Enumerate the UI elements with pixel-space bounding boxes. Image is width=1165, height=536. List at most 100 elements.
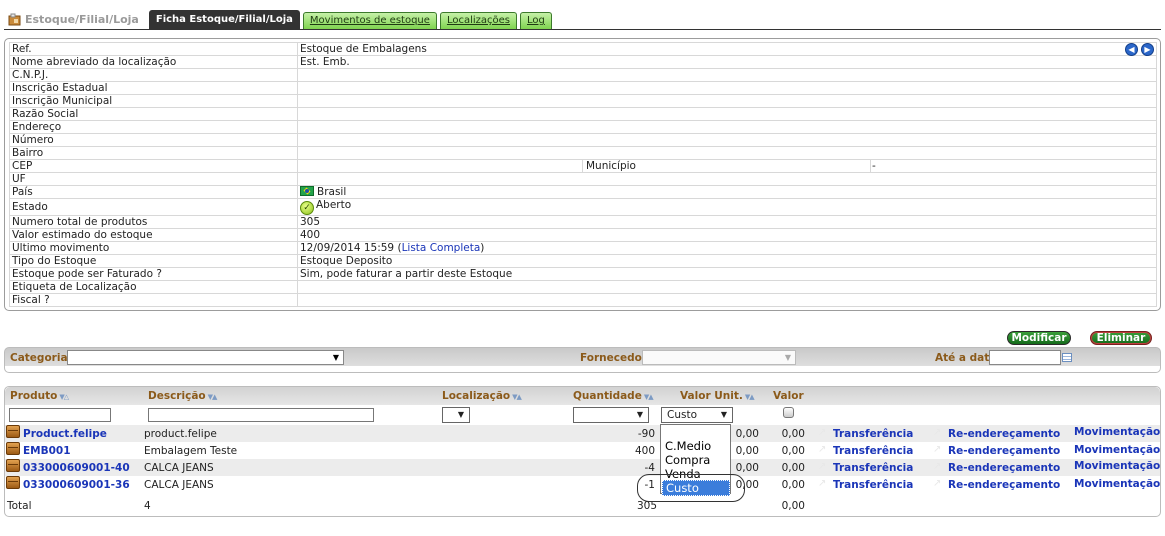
col-quantidade[interactable]: Quantidade ▼▲ xyxy=(573,390,654,402)
col-valor-unit[interactable]: Valor Unit. ▼▲ xyxy=(680,390,755,402)
transfer-link[interactable]: Transferência xyxy=(833,428,913,440)
tab-movimentos[interactable]: Movimentos de estoque xyxy=(302,12,437,29)
info-label: Inscrição Municipal xyxy=(9,94,298,108)
next-record-icon[interactable]: ▶ xyxy=(1141,43,1154,56)
info-value: Município - xyxy=(297,159,1157,173)
arrow-up-right-icon: ↗ xyxy=(818,427,827,438)
price-type-select[interactable]: Custo ▼ xyxy=(661,407,733,423)
info-row: Numero total de produtos 305 xyxy=(9,215,1157,229)
table-row: EMB001 Embalagem Teste 400 0,00 0,00 ↗ Transfe… xyxy=(5,442,1160,459)
info-value: 305 xyxy=(297,215,1157,229)
product-link[interactable]: 033000609001-40 xyxy=(23,462,130,474)
previous-record-icon[interactable]: ◀ xyxy=(1125,43,1138,56)
product-description: Embalagem Teste xyxy=(144,445,238,457)
transfer-link[interactable]: Transferência xyxy=(833,462,913,474)
movement-link[interactable]: Movimentação xyxy=(1074,460,1160,472)
status-open-icon: ✓ xyxy=(300,201,314,215)
tab-log[interactable]: Log xyxy=(520,12,552,29)
info-value xyxy=(297,120,1157,134)
date-input[interactable] xyxy=(989,350,1061,365)
arrow-up-right-icon: ↗ xyxy=(818,478,827,489)
arrow-up-right-icon: ↗ xyxy=(933,444,942,455)
info-label: C.N.P.J. xyxy=(9,68,298,82)
info-label: Valor estimado do estoque xyxy=(9,228,298,242)
info-table: Ref. Estoque de Embalagens Nome abreviado … xyxy=(9,42,1157,307)
info-label: Estado xyxy=(9,198,298,216)
info-row: Número xyxy=(9,133,1157,147)
info-row: Estoque pode ser Faturado ? Sim, pode fat… xyxy=(9,267,1157,281)
table-row: 033000609001-36 CALCA JEANS -1 0,00 0,00 ↗ Tra… xyxy=(5,476,1160,493)
warehouse-icon xyxy=(8,13,21,26)
readdress-link[interactable]: Re-endereçamento xyxy=(948,445,1060,457)
info-value xyxy=(297,81,1157,95)
product-value: 0,00 xyxy=(781,479,805,491)
product-link[interactable]: Product.felipe xyxy=(23,428,107,440)
localizacao-filter-select[interactable]: ▼ xyxy=(442,407,470,423)
table-row: 033000609001-40 CALCA JEANS -4 0,00 0,00 ↗ Tra… xyxy=(5,459,1160,476)
option-venda[interactable]: Venda xyxy=(665,467,701,481)
tab-localizacoes[interactable]: Localizações xyxy=(439,12,517,29)
product-value: 0,00 xyxy=(781,445,805,457)
info-value xyxy=(297,280,1157,294)
readdress-link[interactable]: Re-endereçamento xyxy=(948,479,1060,491)
movement-link[interactable]: Movimentação xyxy=(1074,478,1160,490)
tab-home[interactable]: Estoque/Filial/Loja xyxy=(8,10,139,29)
record-navigation: ◀ ▶ xyxy=(1125,43,1154,56)
transfer-link[interactable]: Transferência xyxy=(833,479,913,491)
readdress-link[interactable]: Re-endereçamento xyxy=(948,462,1060,474)
municipio-value: - xyxy=(872,160,876,172)
categorias-select[interactable]: ▼ xyxy=(67,350,344,365)
total-row: Total 4 305 0,00 xyxy=(5,500,1160,514)
calendar-icon[interactable] xyxy=(1062,353,1072,362)
arrow-up-right-icon: ↗ xyxy=(933,427,942,438)
categorias-label: Categorias xyxy=(10,352,74,364)
info-row: Etiqueta de Localização xyxy=(9,280,1157,294)
col-produto[interactable]: Produto ▼△ xyxy=(10,390,69,402)
modify-button[interactable]: Modificar xyxy=(1007,331,1071,345)
col-descricao[interactable]: Descrição ▼▲ xyxy=(148,390,218,402)
brazil-flag-icon xyxy=(300,186,314,196)
chevron-down-icon: ▼ xyxy=(636,410,643,419)
lista-completa-link[interactable]: Lista Completa xyxy=(402,243,481,254)
info-label: Ultimo movimento xyxy=(9,241,298,255)
quantidade-filter-select[interactable]: ▼ xyxy=(573,407,649,423)
sort-icon[interactable]: ▼△ xyxy=(59,393,69,401)
readdress-link[interactable]: Re-endereçamento xyxy=(948,428,1060,440)
info-value: 400 xyxy=(297,228,1157,242)
transfer-link[interactable]: Transferência xyxy=(833,445,913,457)
table-row: Product.felipe product.felipe -90 0,00 0,00 ↗… xyxy=(5,425,1160,442)
option-custo[interactable]: Custo xyxy=(662,480,730,496)
municipio-label: Município xyxy=(586,160,636,172)
option-compra[interactable]: Compra xyxy=(665,453,710,467)
info-row: Inscrição Estadual xyxy=(9,81,1157,95)
movement-link[interactable]: Movimentação xyxy=(1074,444,1160,456)
tab-home-label: Estoque/Filial/Loja xyxy=(25,13,139,26)
product-link[interactable]: 033000609001-36 xyxy=(23,479,130,491)
arrow-up-right-icon: ↗ xyxy=(933,478,942,489)
chevron-down-icon: ▼ xyxy=(332,353,339,362)
delete-button[interactable]: Eliminar xyxy=(1090,331,1152,345)
movement-link[interactable]: Movimentação xyxy=(1074,426,1160,438)
info-row: CEP Município - xyxy=(9,159,1157,173)
descricao-filter-input[interactable] xyxy=(148,408,374,422)
info-row: Bairro xyxy=(9,146,1157,160)
option-cmedio[interactable]: C.Medio xyxy=(665,439,711,453)
sort-icon[interactable]: ▼▲ xyxy=(644,393,654,401)
tab-ficha[interactable]: Ficha Estoque/Filial/Loja xyxy=(148,10,300,29)
info-label: Inscrição Estadual xyxy=(9,81,298,95)
sort-icon[interactable]: ▼▲ xyxy=(512,393,522,401)
col-localizacao[interactable]: Localização ▼▲ xyxy=(442,390,522,402)
produto-filter-input[interactable] xyxy=(9,408,111,422)
sort-icon[interactable]: ▼▲ xyxy=(745,393,755,401)
filter-bar: Categorias ▼ Fornecedor ▼ Até a data xyxy=(4,347,1161,373)
info-label: Tipo do Estoque xyxy=(9,254,298,268)
fornecedor-select[interactable]: ▼ xyxy=(642,350,796,365)
product-quantity: -90 xyxy=(637,428,655,440)
info-value: Brasil xyxy=(297,185,1157,199)
product-description: CALCA JEANS xyxy=(144,462,214,474)
info-value: Est. Emb. xyxy=(297,55,1157,69)
product-link[interactable]: EMB001 xyxy=(23,445,71,457)
valor-checkbox[interactable] xyxy=(783,407,794,418)
product-box-icon xyxy=(6,459,20,472)
sort-icon[interactable]: ▼▲ xyxy=(208,393,218,401)
